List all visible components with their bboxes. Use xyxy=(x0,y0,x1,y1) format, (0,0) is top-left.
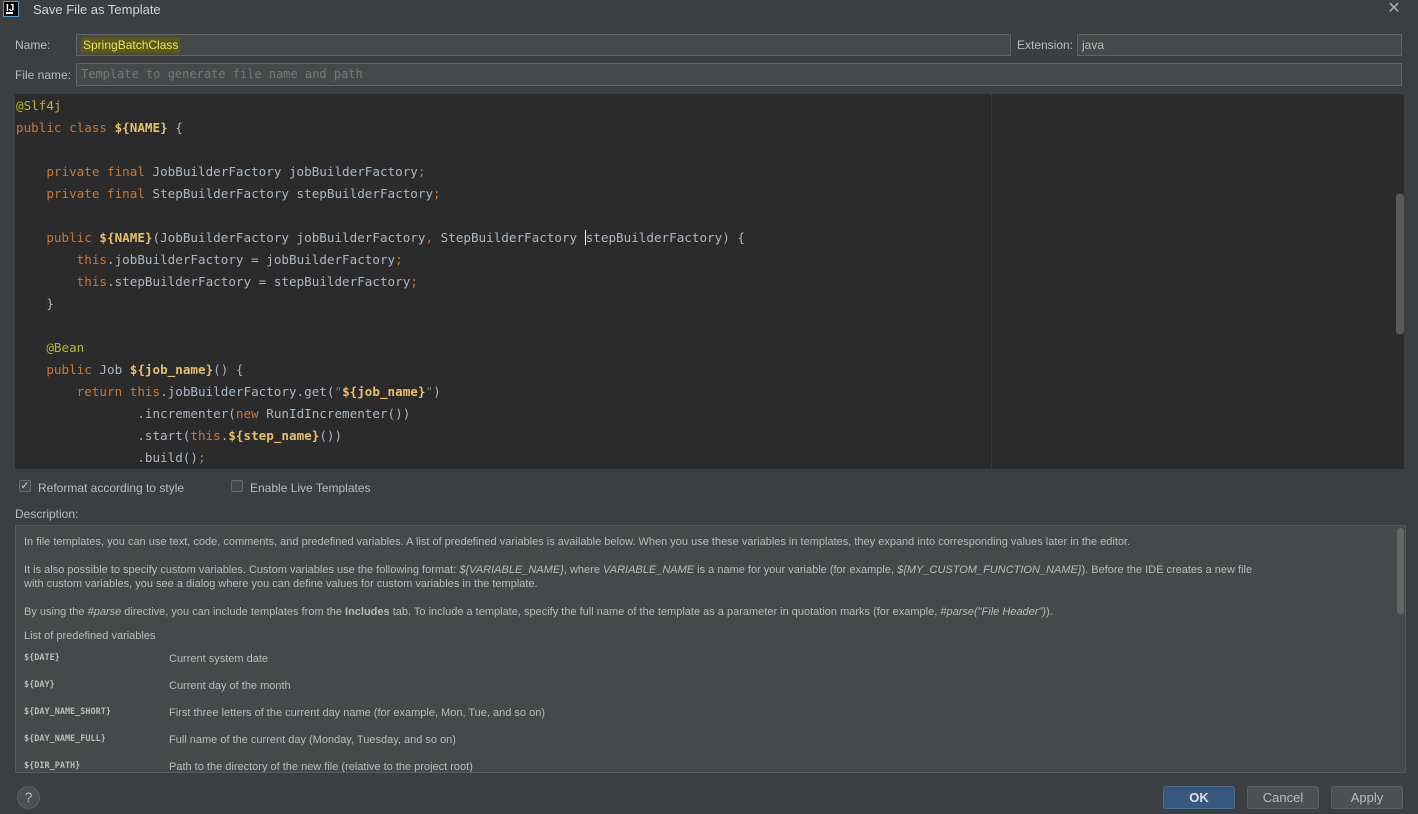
variable-description: Current system date xyxy=(169,653,269,665)
description-paragraph: By using the #parse directive, you can i… xyxy=(24,606,1053,618)
close-icon[interactable]: ✕ xyxy=(1386,0,1402,18)
name-value: SpringBatchClass xyxy=(81,37,181,53)
template-code: @Slf4j public class ${NAME} { private fi… xyxy=(16,98,745,465)
live-templates-label: Enable Live Templates xyxy=(250,481,371,495)
extension-label: Extension: xyxy=(1017,38,1074,52)
filename-label: File name: xyxy=(15,68,72,82)
description-paragraph: In file templates, you can use text, cod… xyxy=(24,536,1131,548)
cancel-button[interactable]: Cancel xyxy=(1247,786,1319,809)
right-margin-guide xyxy=(991,94,992,469)
variable-name: ${DAY} xyxy=(24,680,55,690)
description-panel[interactable]: In file templates, you can use text, cod… xyxy=(15,525,1406,773)
ok-button[interactable]: OK xyxy=(1163,786,1235,809)
name-input[interactable]: SpringBatchClass xyxy=(76,34,1011,56)
live-templates-checkbox[interactable] xyxy=(231,480,243,492)
description-scrollbar[interactable] xyxy=(1397,528,1404,614)
name-label: Name: xyxy=(15,38,51,52)
variable-description: First three letters of the current day n… xyxy=(169,707,546,719)
apply-button[interactable]: Apply xyxy=(1331,786,1403,809)
variable-description: Current day of the month xyxy=(169,680,291,692)
variable-description: Path to the directory of the new file (r… xyxy=(169,761,473,773)
variable-name: ${DAY_NAME_SHORT} xyxy=(24,707,111,717)
intellij-icon: IJ xyxy=(3,1,19,17)
variable-name: ${DATE} xyxy=(24,653,60,663)
description-label: Description: xyxy=(15,507,79,521)
template-code-editor[interactable]: @Slf4j public class ${NAME} { private fi… xyxy=(15,94,1404,469)
variable-name: ${DAY_NAME_FULL} xyxy=(24,734,106,744)
extension-input[interactable]: java xyxy=(1077,34,1402,56)
description-paragraph: It is also possible to specify custom va… xyxy=(24,564,1253,590)
filename-input[interactable]: Template to generate file name and path xyxy=(76,63,1402,86)
help-button[interactable]: ? xyxy=(17,786,40,809)
title-bar xyxy=(0,0,1418,20)
variables-list-title: List of predefined variables xyxy=(24,630,156,642)
dialog-title: Save File as Template xyxy=(33,2,161,17)
variable-name: ${DIR_PATH} xyxy=(24,761,81,771)
reformat-label: Reformat according to style xyxy=(38,481,185,495)
variable-description: Full name of the current day (Monday, Tu… xyxy=(169,734,456,746)
reformat-checkbox[interactable]: ✓ xyxy=(19,480,31,492)
editor-scrollbar[interactable] xyxy=(1396,194,1404,334)
